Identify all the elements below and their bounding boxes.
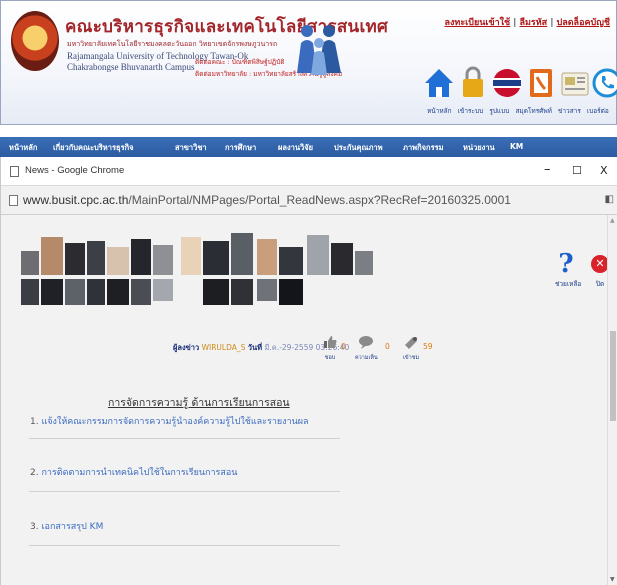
like-button[interactable]: ชอบ 0	[323, 334, 346, 362]
news-icon[interactable]	[559, 65, 591, 99]
view-icon	[405, 337, 418, 349]
article-item-1[interactable]: 1. แจ้งให้คณะกรรมการจัดการความรู้นำองค์ค…	[30, 414, 309, 428]
nav-programs[interactable]: สาขาวิชา	[175, 142, 207, 154]
vertical-scrollbar[interactable]: ▲ ▼	[607, 215, 617, 585]
divider	[29, 491, 340, 492]
forgot-password-link[interactable]: ลืมรหัส	[519, 18, 547, 28]
nav-research[interactable]: ผลงานวิจัย	[278, 142, 313, 154]
campus-name-en: Chakrabongse Bhuvanarth Campus	[67, 62, 195, 72]
globe-flag-icon[interactable]	[491, 65, 523, 99]
comment-icon	[359, 336, 374, 349]
quick-link-ext-numbers[interactable]: เบอร์ต่อ	[587, 107, 609, 115]
help-icon: ?	[558, 249, 574, 279]
item-link[interactable]: การติดตามการนำเทคนิคไปใช้ในการเรียนการสอ…	[41, 468, 237, 478]
url-path: /MainPortal/NMPages/Portal_ReadNews.aspx…	[128, 193, 511, 207]
nav-gallery[interactable]: ภาพกิจกรรม	[403, 142, 444, 154]
item-number: 1.	[30, 417, 39, 427]
top-links: ลงทะเบียนเข้าใช้ | ลืมรหัส | ปลดล็อคบัญชี	[444, 15, 610, 29]
item-link[interactable]: แจ้งให้คณะกรรมการจัดการความรู้นำองค์ความ…	[41, 417, 308, 427]
like-count: 0	[341, 342, 346, 351]
address-bar[interactable]: www.busit.cpc.ac.th/MainPortal/NMPages/P…	[1, 185, 617, 215]
like-caption: ชอบ	[324, 355, 336, 361]
quick-link-style[interactable]: รูปแบบ	[489, 107, 509, 115]
thumbs-up-icon	[324, 336, 337, 348]
site-header: คณะบริหารธุรกิจและเทคโนโลยีสารสนเทศ มหาว…	[0, 0, 617, 125]
close-page-button[interactable]: ✕ ปิด	[590, 251, 608, 289]
close-label: ปิด	[595, 280, 605, 288]
page-icon	[10, 166, 19, 177]
close-icon: ✕	[591, 255, 608, 273]
lock-icon[interactable]	[457, 65, 489, 99]
divider	[29, 438, 340, 439]
window-title: News - Google Chrome	[25, 165, 125, 176]
comment-button[interactable]: ความเห็น 0	[355, 334, 390, 362]
unlock-account-link[interactable]: ปลดล็อคบัญชี	[556, 18, 610, 28]
page-icon	[9, 195, 18, 206]
reporter-label: ผู้ลงข่าว	[173, 343, 200, 352]
quick-link-news[interactable]: ข่าวสาร	[558, 107, 581, 115]
quick-link-login[interactable]: เข้าระบบ	[458, 107, 484, 115]
contact-faculty: ติดต่อคณะ : บัณฑิตพิสิษฐ์ปฏิบัติ	[195, 58, 285, 66]
view-counter: เข้าชม 59	[403, 334, 433, 362]
reporter-name: WIRULDA_S	[201, 343, 246, 352]
window-titlebar[interactable]: News - Google Chrome – ☐ X	[1, 157, 617, 185]
register-link[interactable]: ลงทะเบียนเข้าใช้	[444, 18, 510, 28]
quick-icons	[419, 65, 617, 111]
item-number: 3.	[30, 522, 39, 532]
home-icon[interactable]	[423, 65, 455, 99]
news-popup-window: News - Google Chrome – ☐ X www.busit.cpc…	[0, 157, 617, 585]
page-content: ? ช่วยเหลือ ✕ ปิด ผู้ลงข่าว WIRULDA_S วั…	[1, 215, 608, 585]
nav-education[interactable]: การศึกษา	[225, 142, 256, 154]
divider	[29, 545, 340, 546]
comment-count: 0	[385, 342, 390, 351]
view-caption: เข้าชม	[403, 355, 420, 361]
view-count: 59	[423, 342, 433, 351]
nav-units[interactable]: หน่วยงาน	[463, 142, 495, 154]
separator: |	[550, 18, 554, 28]
item-number: 2.	[30, 468, 39, 478]
help-label: ช่วยเหลือ	[555, 280, 582, 288]
nav-home[interactable]: หน้าหลัก	[9, 142, 37, 154]
nav-quality[interactable]: ประกันคุณภาพ	[334, 142, 383, 154]
article-item-2[interactable]: 2. การติดตามการนำเทคนิคไปใช้ในการเรียนกา…	[30, 465, 237, 479]
quick-link-home[interactable]: หน้าหลัก	[427, 107, 452, 115]
phonebook-icon[interactable]	[525, 65, 557, 99]
scroll-up-arrow-icon[interactable]: ▲	[610, 217, 615, 224]
faculty-subtitle: มหาวิทยาลัยเทคโนโลยีราชมงคลตะวันออก วิทย…	[67, 40, 278, 48]
maximize-button[interactable]: ☐	[572, 164, 582, 177]
people-illustration-icon	[297, 25, 341, 75]
item-link[interactable]: เอกสารสรุป KM	[41, 522, 103, 532]
date-label: วันที่	[247, 343, 263, 352]
quick-link-phonebook[interactable]: สมุดโทรศัพท์	[515, 107, 551, 115]
window-close-button[interactable]: X	[600, 164, 608, 177]
article-heading: การจัดการความรู้ ด้านการเรียนการสอน	[108, 397, 290, 409]
nav-about[interactable]: เกี่ยวกับคณะบริหารธุรกิจ	[53, 142, 134, 154]
nav-km[interactable]: KM	[510, 142, 523, 151]
article-item-3[interactable]: 3. เอกสารสรุป KM	[30, 519, 103, 533]
seal-icon	[11, 11, 59, 71]
minimize-button[interactable]: –	[544, 162, 551, 177]
comment-caption: ความเห็น	[355, 355, 378, 361]
business-people-banner	[21, 233, 373, 305]
url-field[interactable]: www.busit.cpc.ac.th/MainPortal/NMPages/P…	[23, 193, 511, 207]
url-host: www.busit.cpc.ac.th	[23, 193, 129, 207]
help-button[interactable]: ? ช่วยเหลือ	[555, 249, 582, 289]
scroll-down-arrow-icon[interactable]: ▼	[610, 576, 615, 583]
translate-icon[interactable]: ◧	[605, 194, 614, 205]
quick-link-labels: หน้าหลัก เข้าระบบ รูปแบบ สมุดโทรศัพท์ ข่…	[427, 106, 613, 116]
scroll-thumb[interactable]	[610, 331, 616, 421]
main-nav: หน้าหลัก เกี่ยวกับคณะบริหารธุรกิจ สาขาวิ…	[0, 137, 617, 157]
phone-icon[interactable]	[591, 65, 617, 99]
separator: |	[513, 18, 517, 28]
